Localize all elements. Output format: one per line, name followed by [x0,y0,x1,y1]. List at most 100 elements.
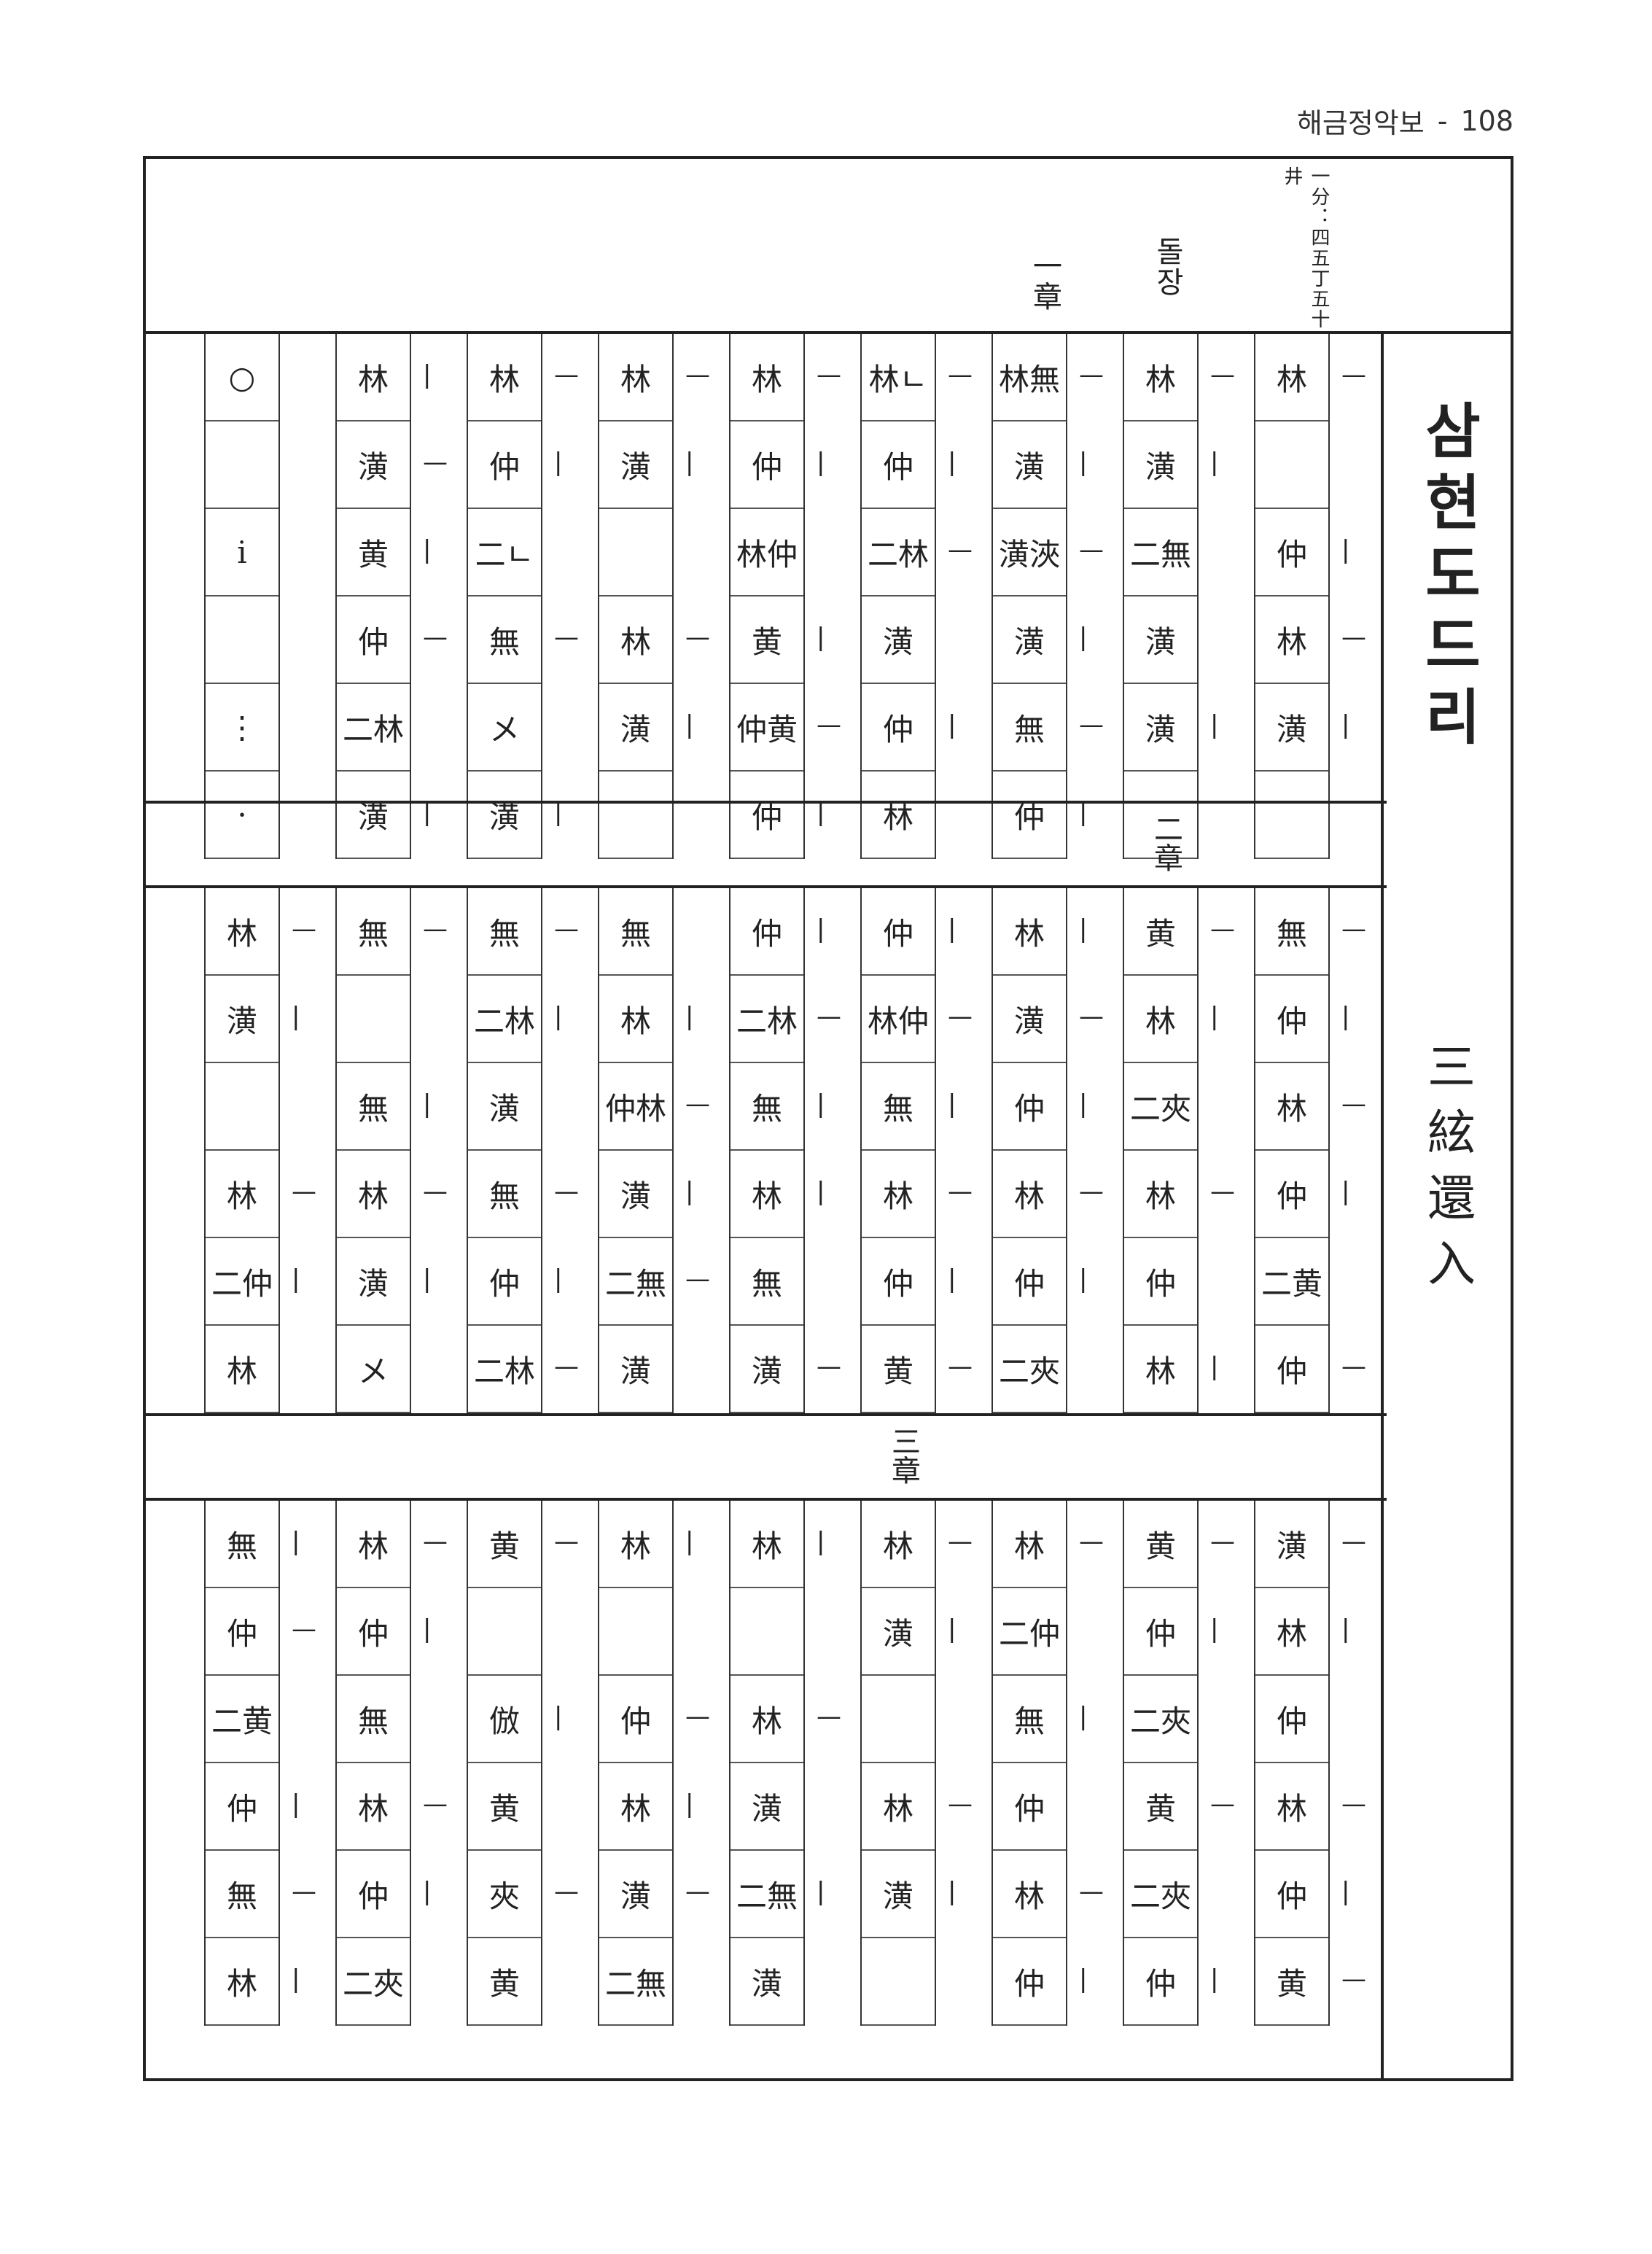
note-cell: メ [468,684,541,772]
note-cell: 二夾 [1124,1676,1197,1763]
duration-mark: — [1079,1002,1104,1031]
duration-mark: | [948,1089,956,1119]
note-cell: 黄 [468,1763,541,1851]
duration-mark: | [948,448,956,477]
note-cell: 林 [730,1676,803,1763]
page-header: 해금정악보 - 108 [1297,101,1513,141]
note-cell: 潢 [206,976,278,1063]
note-cell [730,1588,803,1676]
note-cell: 林 [337,1151,410,1238]
duration-mark: — [685,360,710,389]
duration-mark: — [423,1789,448,1819]
title-column: 삼현도드리 三絃還入 [1381,334,1511,2078]
duration-mark: — [1210,1527,1235,1556]
beat-column: 林 — 仲 | 林 — 潢 | [1254,334,1366,859]
note-cell: 林 [730,1501,803,1588]
note-cell: 無 [730,1063,803,1151]
beat-column: 黄 — 林 | 二夾林 — 仲林 | [1123,888,1235,1413]
note-cell: 潢 [337,1238,410,1326]
note-cell: 黄 [862,1326,935,1413]
beat-column: 黄 — 仲 | 二夾黄 — 二夾仲 | [1123,1501,1235,2026]
duration-mark: | [1341,535,1350,564]
note-cell: 二仲 [206,1238,278,1326]
note-cell: 無 [862,1063,935,1151]
note-cell: 林 [206,1938,278,2026]
duration-mark: — [554,1877,579,1906]
note-cell: 無 [206,1501,278,1588]
note-cell: 二夾 [337,1938,410,2026]
note-cell: 潢 [993,596,1066,684]
note-cell: 仲 [468,421,541,509]
note-cell: 林 [599,1501,672,1588]
note-cell: 潢 [599,1326,672,1413]
duration-mark: — [817,1352,841,1381]
chapter-one-label: 一章 [1028,251,1061,312]
note-cell [862,1676,935,1763]
duration-mark: — [1210,1177,1235,1206]
note-cell: 無 [993,1676,1066,1763]
note-cell: 二無 [599,1938,672,2026]
dolsang-label: 돌장 [1150,236,1184,298]
duration-mark: | [423,360,432,389]
duration-mark: — [817,1702,841,1731]
beat-column: 黄 — 倣 | 黄夾 — 黄 [467,1501,579,2026]
note-cell: 林 [599,334,672,421]
duration-mark: — [1079,1527,1104,1556]
note-cell: 仲 [993,1763,1066,1851]
note-cell: 無 [337,1676,410,1763]
note-cell: 黄 [1124,1763,1197,1851]
duration-mark: — [554,1527,579,1556]
duration-mark: | [817,1177,825,1206]
duration-mark: | [685,1177,694,1206]
note-cell: 林 [1255,1063,1328,1151]
duration-mark: — [1079,360,1104,389]
duration-mark: | [1079,1089,1088,1119]
note-cell: 二林 [468,976,541,1063]
note-cell [206,421,278,509]
beat-column: 林 — 潢 | 林 — 潢 | [598,334,710,859]
duration-mark: | [817,1527,825,1556]
duration-mark: — [423,1177,448,1206]
beat-column: 無林 | 仲林 — 潢 | 二無 — 潢 [598,888,710,1413]
note-cell: 林 [337,334,410,421]
duration-mark: | [685,448,694,477]
section-divider: 三章 [146,1413,1387,1501]
score-section: ○ ⅰ ⋮ · 林 | 潢 — 黄 | 仲 — 二林潢 | 林 — 仲 | 二ㄴ無 — メ潢 | 林 — 潢 | 林 — 潢 | 林 — 仲 | 林… [204,334,1384,859]
note-cell: 林 [862,1501,935,1588]
note-cell: 仲 [337,1851,410,1938]
note-cell: 二林 [337,684,410,772]
note-cell: 二無 [1124,509,1197,596]
note-cell: 仲 [1124,1588,1197,1676]
note-cell: 仲黄 [730,684,803,772]
note-cell: 潢 [1124,421,1197,509]
book-title: 해금정악보 [1296,107,1425,139]
note-cell: 林 [599,1763,672,1851]
note-cell: 倣 [468,1676,541,1763]
duration-mark: | [1210,710,1219,739]
note-cell: 林 [993,888,1066,976]
note-cell: 無 [337,888,410,976]
note-cell: 仲 [1255,1851,1328,1938]
duration-mark: | [423,535,432,564]
note-cell: 潢 [993,976,1066,1063]
note-cell: 林 [1255,1588,1328,1676]
duration-mark: — [554,1177,579,1206]
note-cell: 潢 [730,1938,803,2026]
note-cell: 夾 [468,1851,541,1938]
note-cell: 黄 [468,1501,541,1588]
duration-mark: | [292,1789,300,1819]
note-cell: 潢 [862,1588,935,1676]
note-cell: 黄 [730,596,803,684]
note-cell: 林 [1124,1326,1197,1413]
duration-mark: | [1341,1177,1350,1206]
note-cell: 潢 [1255,1501,1328,1588]
duration-mark: — [1341,1352,1366,1381]
duration-mark: | [423,1089,432,1119]
note-cell: 無 [468,1151,541,1238]
note-cell: 潢 [730,1326,803,1413]
duration-mark: — [1341,1965,1366,1994]
duration-mark: | [1341,1002,1350,1031]
duration-mark: | [423,1877,432,1906]
duration-mark: | [423,1614,432,1644]
note-cell: 林仲 [730,509,803,596]
